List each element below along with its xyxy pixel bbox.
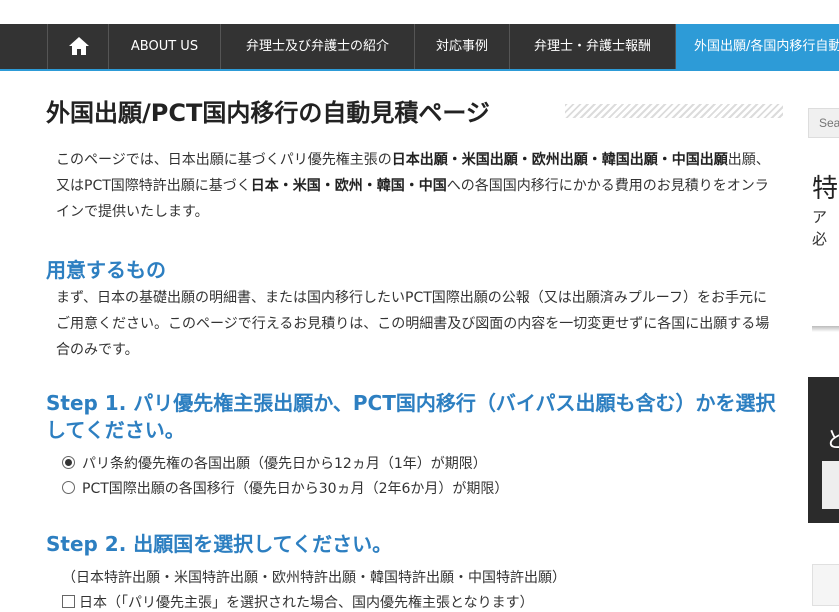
prep-heading: 用意するもの: [46, 258, 166, 282]
intro-text: このページでは、日本出願に基づくパリ優先権主張の日本出願・米国出願・欧州出願・韓…: [56, 147, 776, 225]
intro-part-1: このページでは、日本出願に基づくパリ優先権主張の: [56, 152, 392, 168]
top-strip: [0, 0, 839, 24]
widget-shadow: [812, 326, 839, 332]
dark-widget: ど: [808, 377, 839, 523]
checkbox-japan-label: 日本（「パリ優先主張」を選択された場合、国内優先権主張となります）: [79, 595, 534, 611]
dark-widget-text: ど: [826, 428, 839, 453]
radio-paris-label: パリ条約優先権の各国出願（優先日から12ヵ月（1年）が期限）: [82, 456, 487, 472]
radio-pct-label: PCT国際出願の各国移行（優先日から30ヵ月（2年6か月）が期限）: [82, 481, 509, 497]
radio-paris[interactable]: パリ条約優先権の各国出願（優先日から12ヵ月（1年）が期限）: [62, 453, 487, 473]
sidebar-box: [812, 564, 839, 606]
sidebar-widget: 特 ア 必: [812, 170, 839, 332]
radio-button-checked[interactable]: [62, 456, 75, 469]
page-title: 外国出願/PCT国内移行の自動見積ページ: [46, 99, 490, 127]
widget-title: 特: [812, 174, 839, 204]
radio-pct[interactable]: PCT国際出願の各国移行（優先日から30ヵ月（2年6か月）が期限）: [62, 478, 508, 498]
step1-heading: Step 1. パリ優先権主張出願か、PCT国内移行（バイパス出願も含む）かを選…: [46, 391, 776, 442]
main-nav: ABOUT US 弁理士及び弁護士の紹介 対応事例 弁理士・弁護士報酬 外国出願…: [0, 24, 839, 71]
search-input[interactable]: [808, 108, 839, 138]
title-decoration: [565, 104, 783, 118]
step2-note: （日本特許出願・米国特許出願・欧州特許出願・韓国特許出願・中国特許出願）: [62, 570, 566, 586]
checkbox[interactable]: [62, 595, 75, 608]
checkbox-japan[interactable]: 日本（「パリ優先主張」を選択された場合、国内優先権主張となります）: [62, 592, 534, 612]
nav-fees[interactable]: 弁理士・弁護士報酬: [509, 24, 675, 69]
nav-about-us[interactable]: ABOUT US: [108, 24, 220, 69]
nav-home[interactable]: [47, 24, 108, 69]
nav-attorneys[interactable]: 弁理士及び弁護士の紹介: [220, 24, 414, 69]
step2-heading: Step 2. 出願国を選択してください。: [46, 532, 393, 556]
home-icon: [69, 37, 89, 55]
intro-bold-2: 日本・米国・欧州・韓国・中国: [250, 178, 447, 194]
nav-foreign-estimate[interactable]: 外国出願/各国内移行自動見積: [675, 24, 839, 69]
nav-cases[interactable]: 対応事例: [414, 24, 509, 69]
radio-button[interactable]: [62, 481, 75, 494]
dark-widget-button[interactable]: [822, 461, 839, 509]
intro-bold-1: 日本出願・米国出願・欧州出願・韓国出願・中国出願: [391, 152, 728, 168]
prep-text: まず、日本の基礎出願の明細書、または国内移行したいPCT国際出願の公報（又は出願…: [56, 290, 770, 358]
widget-line: 必: [812, 230, 828, 248]
widget-line: ア: [812, 208, 828, 226]
